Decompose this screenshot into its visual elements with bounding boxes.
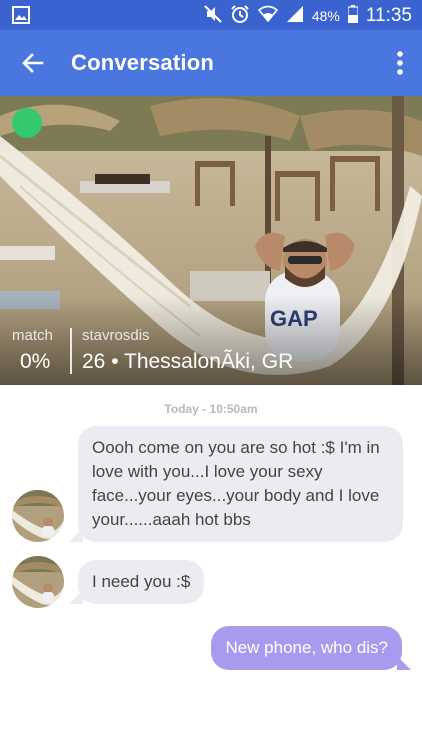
sender-avatar[interactable] <box>12 490 64 542</box>
message-incoming: Oooh come on you are so hot :$ I'm in lo… <box>69 426 403 542</box>
page-title: Conversation <box>71 50 214 75</box>
online-status-indicator <box>12 108 42 138</box>
back-arrow-icon[interactable] <box>20 50 46 76</box>
battery-icon <box>347 5 359 27</box>
app-bar: Conversation <box>0 30 422 96</box>
alarm-icon <box>230 4 250 28</box>
sender-avatar[interactable] <box>12 556 64 608</box>
signal-icon <box>286 5 304 27</box>
message-incoming: I need you :$ <box>68 560 205 604</box>
username[interactable]: stavrosdis <box>82 327 150 344</box>
more-options-icon[interactable] <box>396 50 404 76</box>
date-separator: Today - 10:50am <box>164 402 258 416</box>
match-value: 0% <box>20 350 51 373</box>
mute-icon <box>204 5 222 27</box>
clock: 11:35 <box>365 5 412 26</box>
battery-percent: 48% <box>311 8 340 24</box>
status-bar: 48% 11:35 <box>0 0 422 30</box>
divider <box>70 328 72 374</box>
profile-photo[interactable]: GAP match 0% stavrosdis 26 • ThessalonÃk… <box>0 96 422 385</box>
wifi-icon <box>257 5 278 27</box>
user-age-location: 26 • ThessalonÃki, GR <box>82 350 294 373</box>
match-label: match <box>12 327 53 344</box>
message-outgoing: New phone, who dis? <box>211 626 411 670</box>
gallery-icon <box>12 6 30 29</box>
